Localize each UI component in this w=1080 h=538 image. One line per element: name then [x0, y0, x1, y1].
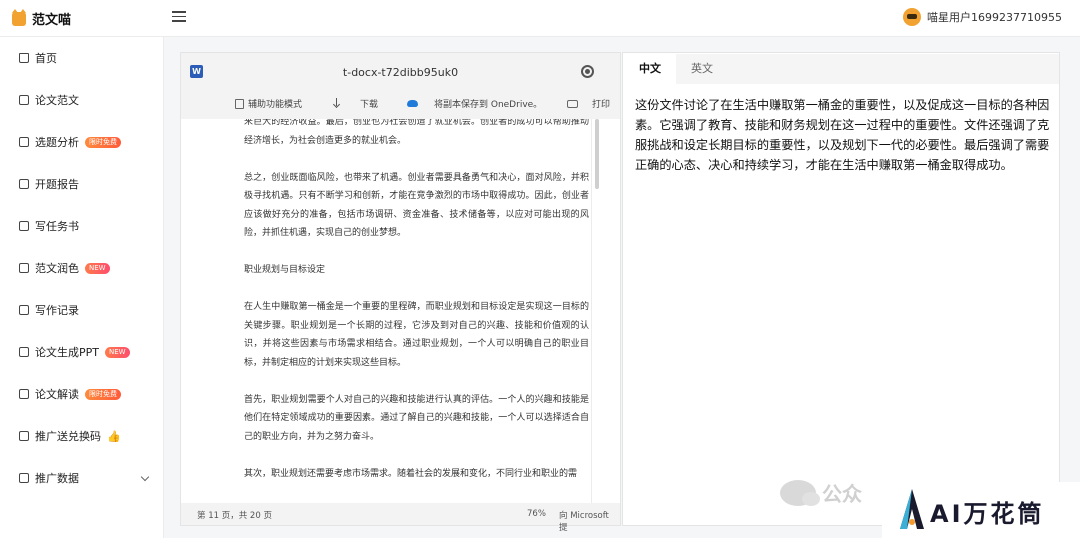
home-icon — [19, 53, 29, 63]
doc-paragraph: 在人生中赚取第一桶金是一个重要的里程碑，而职业规划和目标设定是实现这一目标的关键… — [244, 302, 589, 368]
doc-heading: 职业规划与目标设定 — [244, 265, 326, 275]
doc-paragraph: 其次，职业规划还需要考虑市场需求。随着社会的发展和变化，不同行业和职业的需 — [244, 468, 578, 479]
sidebar-item-home[interactable]: 首页 — [19, 48, 57, 68]
avatar — [903, 8, 922, 26]
wechat-icon — [780, 479, 820, 506]
gift-icon — [19, 431, 29, 441]
new-badge: NEW — [85, 262, 110, 274]
viewer-header: W t-docx-t72dibb95uk0 辅助功能模式 下载 将副本保存到 O… — [181, 53, 620, 119]
print-label: 打印 — [592, 100, 611, 110]
sidebar-item-task-book[interactable]: 写任务书 — [19, 216, 79, 236]
vertical-scrollbar[interactable] — [591, 119, 620, 503]
document-page: 来巨大的经济收益。最后，创业也为社会创造了就业机会。创业者的成功可以帮助推动经济… — [244, 119, 589, 502]
doc-paragraph: 来巨大的经济收益。最后，创业也为社会创造了就业机会。创业者的成功可以帮助推动经济… — [244, 119, 589, 146]
download-icon — [332, 98, 342, 109]
sidebar-item-label: 推广送兑换码 — [35, 430, 101, 443]
sidebar-item-label: 论文生成PPT — [35, 346, 99, 359]
top-bar: 范文喵 喵星用户1699237710955 — [0, 0, 1080, 37]
sidebar-item-interpret[interactable]: 论文解读 限时免费 — [19, 384, 121, 404]
document-viewer: W t-docx-t72dibb95uk0 辅助功能模式 下载 将副本保存到 O… — [180, 52, 621, 533]
gear-icon[interactable] — [581, 65, 594, 78]
sidebar-item-label: 论文范文 — [35, 94, 79, 107]
language-tabs: 中文 英文 — [624, 54, 1059, 84]
page-indicator: 第 11 页，共 20 页 — [197, 511, 272, 521]
history-icon — [19, 305, 29, 315]
tab-english[interactable]: 英文 — [676, 54, 728, 84]
report-icon — [19, 179, 29, 189]
share-icon — [19, 473, 29, 483]
free-badge: 限时免费 — [85, 136, 121, 148]
tab-chinese[interactable]: 中文 — [624, 54, 676, 84]
chevron-down-icon[interactable] — [140, 472, 150, 482]
accessibility-label: 辅助功能模式 — [248, 100, 303, 110]
sidebar-item-label: 范文润色 — [35, 262, 79, 275]
sidebar-item-referral-data[interactable]: 推广数据 — [19, 468, 79, 488]
sidebar: 首页 论文范文 选题分析 限时免费 开题报告 写任务书 范文润色 NEW 写作记… — [0, 37, 164, 538]
onedrive-label: 将副本保存到 OneDrive。 — [434, 100, 543, 110]
brand-logo-icon — [900, 489, 924, 529]
sidebar-item-label: 开题报告 — [35, 178, 79, 191]
save-to-onedrive-button[interactable]: 将副本保存到 OneDrive。 — [407, 97, 542, 110]
document-page-area[interactable]: 来巨大的经济收益。最后，创业也为社会创造了就业机会。创业者的成功可以帮助推动经济… — [182, 119, 591, 503]
download-button[interactable]: 下载 — [332, 97, 378, 110]
sidebar-item-label: 论文解读 — [35, 388, 79, 401]
onedrive-icon — [407, 100, 418, 107]
doc-paragraph: 首先，职业规划需要个人对自己的兴趣和技能进行认真的评估。一个人的兴趣和技能是他们… — [244, 394, 589, 442]
sidebar-item-proposal[interactable]: 开题报告 — [19, 174, 79, 194]
sidebar-item-label: 推广数据 — [35, 472, 79, 485]
feedback-link[interactable]: 向 Microsoft 提 — [559, 509, 620, 533]
sidebar-item-label: 首页 — [35, 52, 57, 65]
sidebar-item-sample-papers[interactable]: 论文范文 — [19, 90, 79, 110]
ppt-icon — [19, 347, 29, 357]
user-name: 喵星用户1699237710955 — [927, 11, 1062, 24]
document-icon — [19, 95, 29, 105]
wechat-watermark: 公众 — [780, 478, 862, 507]
free-badge: 限时免费 — [85, 388, 121, 400]
brand-watermark: AI万花筒 — [882, 482, 1080, 538]
watermark-text: 公众 — [822, 482, 862, 506]
new-badge: NEW — [105, 346, 130, 358]
print-icon — [567, 99, 578, 108]
viewer-status-bar: 第 11 页，共 20 页 76% 向 Microsoft 提 — [181, 503, 620, 533]
summary-text: 这份文件讨论了在生活中赚取第一桶金的重要性，以及促成这一目标的各种因素。它强调了… — [635, 98, 1050, 172]
summary-panel: 中文 英文 这份文件讨论了在生活中赚取第一桶金的重要性，以及促成这一目标的各种因… — [622, 52, 1060, 526]
app-logo[interactable]: 范文喵 — [12, 8, 72, 28]
sidebar-item-label: 选题分析 — [35, 136, 79, 149]
sidebar-item-topic-analysis[interactable]: 选题分析 限时免费 — [19, 132, 121, 152]
analysis-icon — [19, 137, 29, 147]
app-name: 范文喵 — [32, 13, 72, 28]
zoom-level[interactable]: 76% — [527, 509, 546, 519]
sidebar-item-label: 写作记录 — [35, 304, 79, 317]
sidebar-item-label: 写任务书 — [35, 220, 79, 233]
accessibility-icon — [235, 98, 244, 109]
sidebar-item-referral[interactable]: 推广送兑换码 👍 — [19, 426, 121, 446]
polish-icon — [19, 263, 29, 273]
cat-logo-icon — [12, 8, 26, 26]
document-title: t-docx-t72dibb95uk0 — [342, 66, 459, 79]
sidebar-item-ppt[interactable]: 论文生成PPT NEW — [19, 342, 130, 362]
thumbs-up-icon: 👍 — [107, 429, 121, 443]
pen-doc-icon — [19, 221, 29, 231]
brand-text: AI万花筒 — [930, 500, 1045, 528]
download-label: 下载 — [360, 100, 379, 110]
interpret-icon — [19, 389, 29, 399]
sidebar-item-history[interactable]: 写作记录 — [19, 300, 79, 320]
user-menu[interactable]: 喵星用户1699237710955 — [903, 8, 1062, 26]
doc-paragraph: 总之，创业既面临风险，也带来了机遇。创业者需要具备勇气和决心，面对风险，并积极寻… — [244, 172, 589, 239]
accessibility-mode-button[interactable]: 辅助功能模式 — [235, 97, 302, 110]
menu-collapse-icon[interactable] — [172, 11, 186, 25]
print-button[interactable]: 打印 — [567, 97, 610, 110]
sidebar-item-polish[interactable]: 范文润色 NEW — [19, 258, 110, 278]
